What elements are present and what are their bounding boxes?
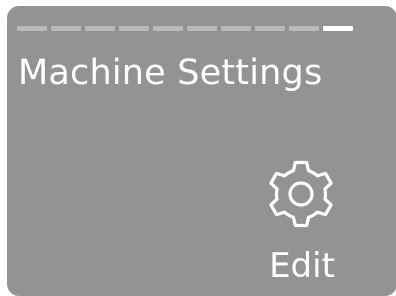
machine-settings-screen: Machine Settings Edit bbox=[7, 6, 396, 296]
page-indicator-segment bbox=[51, 26, 81, 31]
page-indicator-segment bbox=[221, 26, 251, 31]
gear-icon bbox=[269, 160, 333, 228]
page-indicator-segment bbox=[85, 26, 115, 31]
page-indicator-segment bbox=[289, 26, 319, 31]
page-indicator-segment bbox=[255, 26, 285, 31]
page-indicator-segment bbox=[323, 26, 353, 31]
page-indicator-segment bbox=[119, 26, 149, 31]
page-indicator-segment bbox=[153, 26, 183, 31]
page-indicator-segment bbox=[187, 26, 217, 31]
page-title: Machine Settings bbox=[18, 53, 323, 93]
page-indicator-segment bbox=[17, 26, 47, 31]
page-indicator bbox=[17, 26, 353, 31]
edit-label: Edit bbox=[269, 246, 335, 286]
edit-button[interactable]: Edit bbox=[251, 158, 351, 290]
